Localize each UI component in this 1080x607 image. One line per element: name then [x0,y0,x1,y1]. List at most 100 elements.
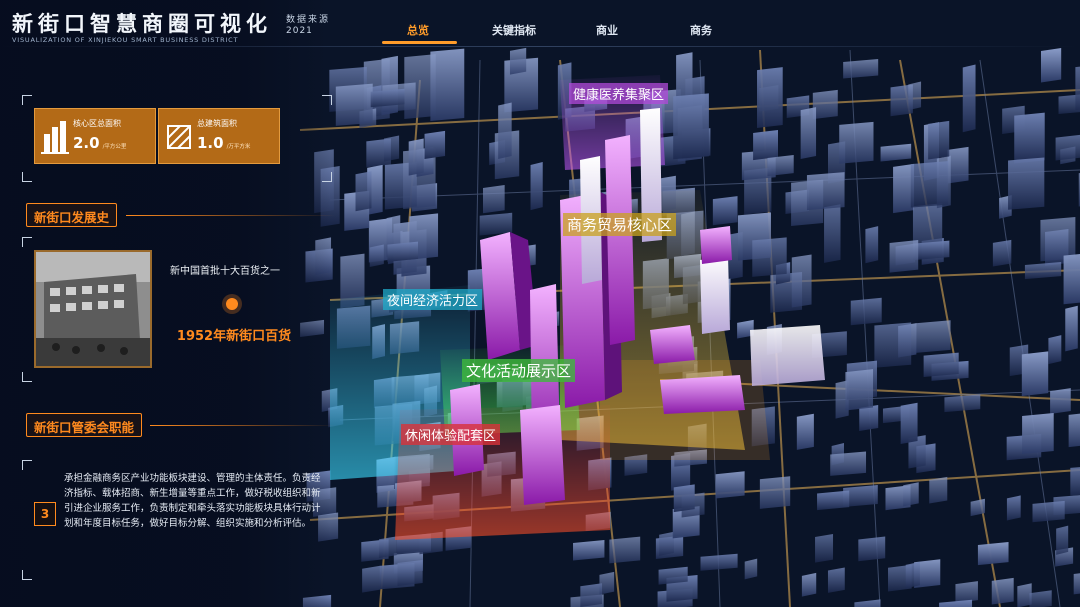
map-building [1014,112,1045,164]
map-building [1050,388,1071,415]
tab-commerce[interactable]: 商业 [596,22,618,38]
map-building [944,394,981,413]
area-frame-icon [167,125,191,149]
map-building [744,558,758,580]
tab-business[interactable]: 商务 [690,22,712,38]
map-building [827,567,845,593]
map-building [843,58,879,79]
map-building [498,102,512,160]
map-building [712,196,738,226]
map-building [874,322,912,368]
map-building [1063,254,1080,305]
map-building [753,129,778,161]
stat-value: 2.0/平方公里 [73,134,127,152]
map-building [408,138,424,176]
map-building [757,67,783,128]
map-building [387,241,418,262]
map-building [1040,48,1062,83]
zone-label-night-economy[interactable]: 夜间经济活力区 [383,289,483,310]
header-divider [0,46,1080,47]
page-subtitle: VISUALIZATION OF XINJIEKOU SMART BUSINES… [12,36,239,44]
map-building [1048,335,1062,365]
map-building [824,204,841,263]
map-building [928,120,950,160]
zone-label-culture[interactable]: 文化活动展示区 [462,359,576,382]
map-building [962,64,976,133]
tab-key-indicators[interactable]: 关键指标 [492,22,536,38]
map-building [658,566,688,585]
history-section-header: 新街口发展史 [26,203,336,227]
history-event: 1952年新街口百货 [176,329,292,344]
map-building [1056,525,1069,555]
map-building [1065,305,1078,352]
map-building [796,413,814,450]
map-building [609,536,641,564]
map-building [424,130,446,159]
map-building [479,212,513,236]
map-building [913,240,950,261]
zone-label-leisure[interactable]: 休闲体验配套区 [401,424,501,445]
history-caption: 新中国首批十大百货之一 [170,266,280,277]
map-building [858,536,886,562]
history-heading: 新街口发展史 [26,203,118,227]
map-building [1021,351,1049,397]
panel-corner [22,95,32,105]
map-building [908,81,922,111]
historic-building-photo [34,250,152,368]
panel-corner [322,172,332,182]
stat-card-building-area: 总建筑面积 1.0/万平方米 [158,108,280,164]
panel-corner [22,237,32,247]
map-building [673,93,709,160]
map-building [800,107,817,160]
stat-label: 总建筑面积 [197,119,237,128]
map-building [992,239,1012,267]
map-building [378,536,397,559]
map-building [1075,66,1080,111]
timeline-dot-icon [222,294,242,314]
map-building [865,226,879,264]
zone-label-trade-core[interactable]: 商务贸易核心区 [563,213,677,236]
map-building [955,581,978,604]
map-building [830,451,867,476]
stat-label: 核心区总面积 [73,119,121,128]
map-building [1070,467,1080,496]
map-building [806,172,845,211]
duty-number-badge: 3 [34,502,56,526]
map-building [659,531,674,556]
tab-overview[interactable]: 总览 [407,22,429,38]
panel-corner [322,95,332,105]
map-building [915,320,951,353]
map-building [530,162,543,211]
map-building [929,476,948,504]
map-building [355,171,372,212]
zone-label-health[interactable]: 健康医养集聚区 [569,83,669,104]
map-building [801,572,817,597]
map-building [845,369,874,411]
map-building [815,533,834,563]
map-building [1032,500,1065,523]
map-building [970,498,985,517]
map-building [812,89,838,120]
panel-corner [22,570,32,580]
map-building [791,254,812,308]
map-building [977,542,1009,566]
map-building [580,583,603,607]
duty-description: 承担金融商务区产业功能板块建设、管理的主体责任。负责经济指标、载体招商、新生增量… [64,473,321,529]
panel-corner [22,372,32,382]
map-building [1068,413,1080,448]
map-building [700,553,738,571]
map-building [335,83,373,126]
map-building [880,143,912,162]
building-chart-icon [41,121,69,154]
map-building [509,47,527,75]
map-building [482,184,505,214]
duties-section-header: 新街口管委会职能 [26,413,336,437]
map-building [397,559,423,586]
panel-corner [22,460,32,470]
map-building [767,154,794,177]
map-building [370,88,405,108]
map-building [903,482,919,507]
map-building [1008,157,1045,210]
map-building [839,121,874,164]
map-building [1022,412,1054,454]
